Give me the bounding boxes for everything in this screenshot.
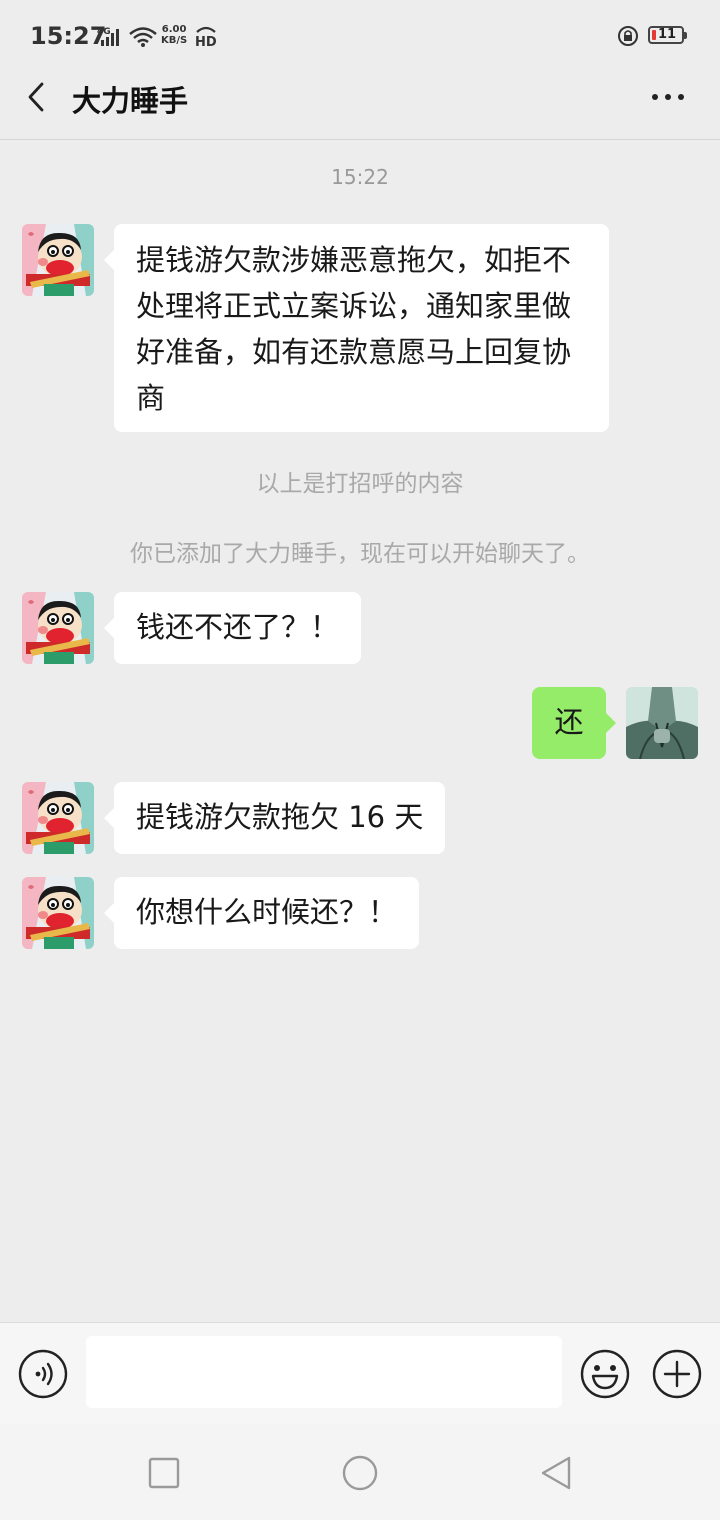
- rotation-lock-icon: [618, 26, 638, 46]
- square-icon[interactable]: [145, 1454, 183, 1492]
- message-bubble-incoming[interactable]: 钱还不还了？！: [103, 592, 362, 664]
- battery-level: [652, 30, 656, 40]
- hd-icon: HD: [195, 26, 217, 48]
- message-bubble-incoming[interactable]: 你想什么时候还？！: [103, 877, 420, 949]
- svg-text:4G: 4G: [97, 27, 111, 37]
- voice-icon[interactable]: [18, 1349, 68, 1399]
- message-bubble-outgoing[interactable]: 还: [532, 687, 616, 759]
- chevron-left-icon[interactable]: [22, 82, 52, 112]
- status-bar: 15:27 4G 6.00 KB/S HD 11: [0, 0, 720, 70]
- triangle-back-icon[interactable]: [537, 1454, 575, 1492]
- svg-text:HD: HD: [195, 35, 217, 48]
- contact-avatar[interactable]: [22, 877, 94, 949]
- contact-avatar[interactable]: [22, 224, 94, 296]
- contact-avatar[interactable]: [22, 592, 94, 664]
- message-timestamp: 15:22: [331, 165, 389, 189]
- plus-icon[interactable]: [652, 1349, 702, 1399]
- circle-icon[interactable]: [341, 1454, 379, 1492]
- status-time: 15:27: [30, 22, 107, 50]
- user-avatar[interactable]: [626, 687, 698, 759]
- speed-unit: KB/S: [161, 35, 188, 46]
- message-input[interactable]: [86, 1336, 562, 1408]
- chat-header: 大力睡手: [0, 70, 720, 140]
- wifi-icon: [129, 27, 157, 47]
- cellular-signal-icon: 4G: [97, 27, 119, 46]
- input-bar: [0, 1322, 720, 1424]
- emoji-icon[interactable]: [580, 1349, 630, 1399]
- system-notice-added: 你已添加了大力睡手，现在可以开始聊天了。: [130, 541, 590, 567]
- chat-title: 大力睡手: [72, 84, 189, 118]
- battery-icon: 11: [648, 26, 687, 44]
- message-bubble-incoming[interactable]: 提钱游欠款拖欠 16 天: [103, 782, 446, 854]
- network-speed: 6.00 KB/S: [161, 24, 187, 46]
- battery-percent: 11: [658, 27, 677, 42]
- speed-value: 6.00: [161, 24, 187, 35]
- system-nav-bar: [0, 1424, 720, 1520]
- more-dots-icon[interactable]: [650, 90, 686, 104]
- message-bubble-incoming[interactable]: 提钱游欠款涉嫌恶意拖欠，如拒不处理将正式立案诉讼，通知家里做好准备，如有还款意愿…: [104, 224, 609, 432]
- contact-avatar[interactable]: [22, 782, 94, 854]
- system-notice-greeting: 以上是打招呼的内容: [256, 471, 464, 497]
